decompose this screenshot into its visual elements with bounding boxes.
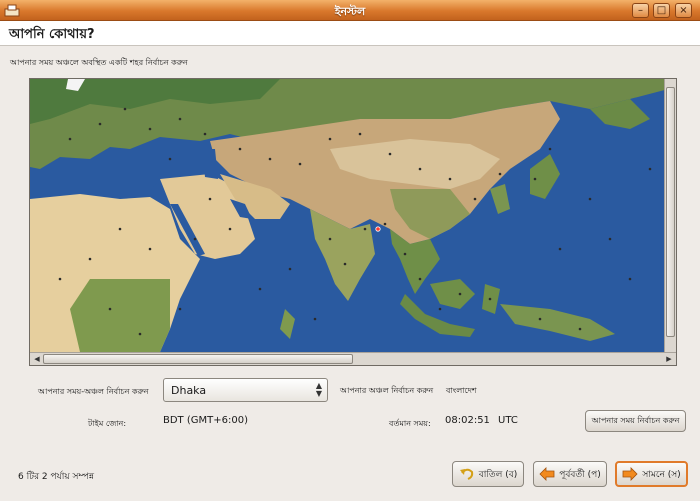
arrow-left-icon <box>539 467 555 481</box>
world-map-image <box>30 79 676 352</box>
forward-button[interactable]: সামনে (স) <box>615 461 688 487</box>
maximize-button[interactable]: □ <box>653 3 670 18</box>
scroll-left-icon[interactable]: ◀ <box>31 354 43 364</box>
scroll-right-icon[interactable]: ▶ <box>663 354 675 364</box>
forward-button-label: সামনে (স) <box>642 469 681 480</box>
page-title: আপনি কোথায়? <box>9 27 95 42</box>
current-time-suffix: UTC <box>498 415 518 426</box>
region-value: বাংলাদেশ <box>446 386 477 395</box>
combo-arrows-icon: ▲ ▼ <box>315 381 322 398</box>
map-instruction: আপনার সময় অঞ্চলে অবস্থিত একটি শহর নির্ব… <box>10 58 188 67</box>
set-time-button[interactable]: আপনার সময় নির্বাচন করুন <box>585 410 686 432</box>
undo-icon <box>459 468 473 480</box>
selected-city-marker <box>375 226 381 232</box>
timezone-map-frame: ◀ ▶ <box>29 78 677 366</box>
map-vertical-scrollbar[interactable] <box>664 79 676 352</box>
window-title: ইনস্টল <box>334 5 366 18</box>
cancel-button-label: বাতিল (ব) <box>478 469 518 480</box>
back-button[interactable]: পূর্ববর্তী (প) <box>533 461 607 487</box>
current-time-label: বর্তমান সময়: <box>389 419 431 428</box>
timezone-combo[interactable]: Dhaka ▲ ▼ <box>163 378 328 402</box>
time-zone-label: টাইম জোন: <box>88 419 127 428</box>
map-horizontal-scrollbar[interactable]: ◀ ▶ <box>30 352 676 365</box>
close-button[interactable]: × <box>675 3 692 18</box>
step-progress: 6 টির 2 পর্যায় সম্পন্ন <box>18 472 95 482</box>
map-horizontal-scroll-thumb[interactable] <box>43 354 353 364</box>
page-header: আপনি কোথায়? <box>0 21 700 46</box>
current-time-value: 08:02:51 <box>445 415 490 426</box>
set-time-button-label: আপনার সময় নির্বাচন করুন <box>591 415 680 425</box>
timezone-select-label: আপনার সময়-অঞ্চল নির্বাচন করুন <box>38 387 149 396</box>
arrow-right-icon <box>622 467 638 481</box>
window-titlebar[interactable]: ইনস্টল – □ × <box>0 0 700 21</box>
cancel-button[interactable]: বাতিল (ব) <box>452 461 524 487</box>
world-map[interactable] <box>30 79 676 352</box>
timezone-combo-value: Dhaka <box>171 384 207 397</box>
map-vertical-scroll-thumb[interactable] <box>666 87 675 337</box>
time-zone-value: BDT (GMT+6:00) <box>163 415 248 426</box>
back-button-label: পূর্ববর্তী (প) <box>559 469 601 480</box>
minimize-button[interactable]: – <box>632 3 649 18</box>
region-label: আপনার অঞ্চল নির্বাচন করুন <box>340 386 434 395</box>
